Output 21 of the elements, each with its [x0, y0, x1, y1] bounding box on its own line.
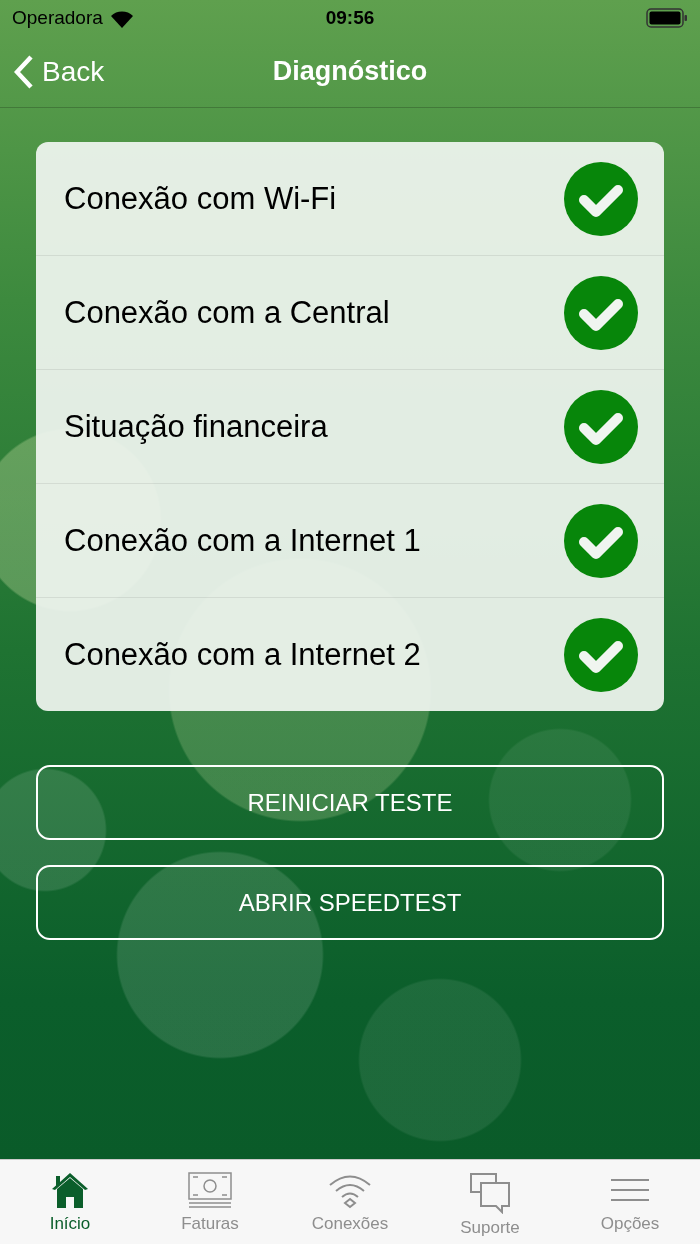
- screen-title: Diagnóstico: [272, 56, 428, 87]
- home-icon: [50, 1170, 90, 1210]
- tab-bar-item[interactable]: Faturas: [140, 1160, 280, 1244]
- carrier-name: Operadora: [12, 7, 103, 29]
- tab-bar-item[interactable]: Suporte: [420, 1160, 560, 1244]
- check-label: Conexão com a Internet 1: [64, 522, 421, 559]
- banknote-icon: [187, 1170, 233, 1210]
- check-label: Conexão com Wi-Fi: [64, 180, 337, 217]
- tab-bar-item[interactable]: Início: [0, 1160, 140, 1244]
- battery-icon: [646, 8, 688, 28]
- back-button[interactable]: Back: [0, 54, 105, 89]
- check-label: Conexão com a Internet 2: [64, 636, 421, 673]
- clock-time: 09:56: [324, 7, 376, 29]
- chat-bubbles-icon: [467, 1170, 513, 1214]
- tab-bar-item[interactable]: Conexões: [280, 1160, 420, 1244]
- check-label: Situação financeira: [64, 408, 328, 445]
- chevron-left-icon: [14, 54, 34, 89]
- outline-button[interactable]: ABRIR SPEEDTEST: [36, 865, 664, 940]
- outline-button[interactable]: REINICIAR TESTE: [36, 765, 664, 840]
- tab-bar-item[interactable]: Opções: [560, 1160, 700, 1244]
- check-label: Conexão com a Central: [64, 294, 390, 331]
